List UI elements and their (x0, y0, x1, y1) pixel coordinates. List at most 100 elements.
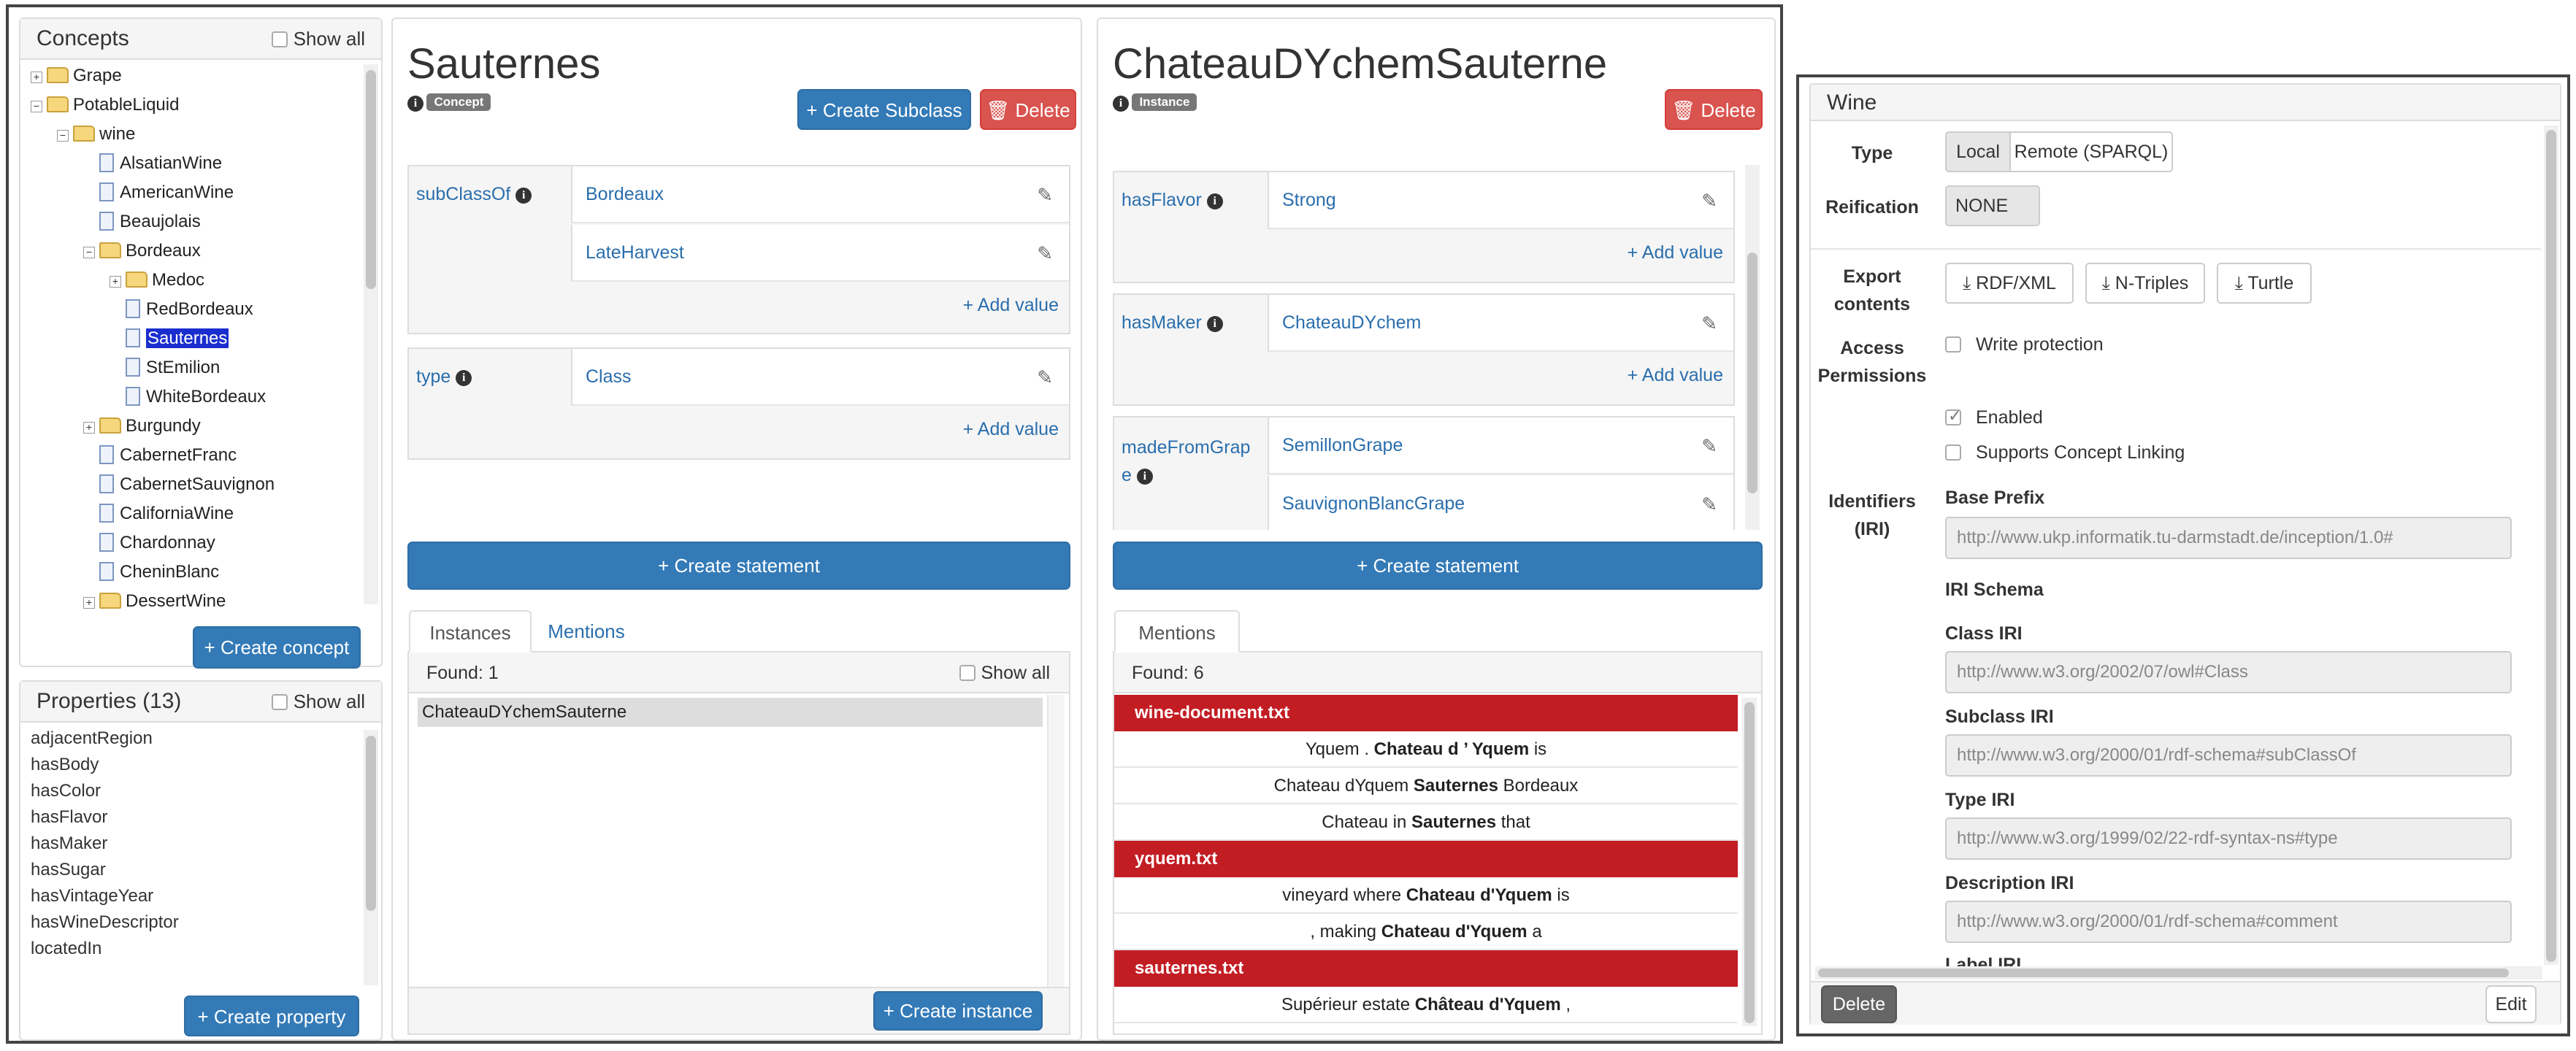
pencil-icon[interactable]: ✎ (1701, 312, 1717, 335)
create-instance-button[interactable]: + Create instance (873, 991, 1043, 1031)
instances-show-all[interactable]: Show all (959, 663, 1050, 684)
class-iri-field[interactable]: http://www.w3.org/2002/07/owl#Class (1945, 651, 2512, 693)
tree-node[interactable]: Sauternes (110, 326, 229, 352)
kb-horizontal-scrollbar[interactable] (1815, 966, 2542, 979)
collapse-icon[interactable]: − (83, 247, 95, 258)
create-concept-button[interactable]: + Create concept (193, 626, 361, 669)
kb-vertical-scrollbar[interactable] (2544, 126, 2558, 965)
info-icon[interactable]: i (1113, 96, 1129, 112)
property-name[interactable]: hasFlavor i (1122, 190, 1223, 211)
value-link[interactable]: ChateauDYchem (1282, 295, 1421, 350)
value-link[interactable]: SemillonGrape (1282, 417, 1403, 473)
tree-node[interactable]: RedBordeaux (110, 296, 253, 323)
tab-mentions[interactable]: Mentions (539, 610, 634, 652)
tree-node[interactable]: WhiteBordeaux (110, 384, 266, 410)
tree-node-label[interactable]: RedBordeaux (146, 299, 253, 319)
instance-row[interactable]: ChateauDYchemSauterne (418, 698, 1043, 727)
info-icon[interactable]: i (407, 96, 423, 112)
write-protection-checkbox[interactable] (1945, 336, 1961, 353)
tree-node-label[interactable]: Beaujolais (120, 212, 201, 231)
reification-value[interactable]: NONE (1945, 185, 2040, 226)
add-value-link[interactable]: + Add value (1628, 365, 1723, 386)
collapse-icon[interactable]: − (31, 101, 42, 112)
instance-label[interactable]: ChateauDYchemSauterne (422, 702, 626, 722)
tree-node-label[interactable]: Burgundy (126, 416, 201, 436)
property-list-scrollbar[interactable] (364, 730, 378, 985)
property-name[interactable]: type i (416, 366, 472, 388)
tree-node-label[interactable]: wine (99, 124, 135, 144)
mention-row[interactable]: Supérieur estate Château d'Yquem , (1114, 987, 1738, 1023)
tree-node[interactable]: + Burgundy (83, 413, 201, 439)
concept-tree-scrollbar[interactable] (364, 64, 378, 604)
tree-node-label[interactable]: DessertWine (126, 591, 226, 609)
tree-node-label[interactable]: CabernetFranc (120, 445, 237, 465)
property-label[interactable]: subClassOf (416, 184, 510, 204)
pencil-icon[interactable]: ✎ (1701, 190, 1717, 212)
mention-row[interactable]: , making Chateau d'Yquem a (1114, 914, 1738, 950)
value-link[interactable]: Strong (1282, 172, 1336, 228)
base-prefix-field[interactable]: http://www.ukp.informatik.tu-darmstadt.d… (1945, 517, 2512, 559)
tree-node[interactable]: CaliforniaWine (83, 501, 234, 527)
tree-node[interactable]: CabernetFranc (83, 442, 237, 469)
mentions-scrollbar[interactable] (1742, 698, 1757, 1026)
property-name[interactable]: hasMaker i (1122, 312, 1223, 334)
value-link[interactable]: LateHarvest (586, 225, 684, 280)
show-all-checkbox[interactable] (959, 665, 975, 681)
property-item[interactable]: locatedIn (31, 936, 101, 962)
scrollbar-thumb[interactable] (1747, 253, 1757, 493)
tree-node[interactable]: Chardonnay (83, 530, 215, 556)
tree-node-label[interactable]: WhiteBordeaux (146, 387, 266, 407)
tree-node[interactable]: Beaujolais (83, 209, 201, 235)
properties-show-all[interactable]: Show all (271, 682, 365, 721)
mention-row[interactable]: Chateau in Sauternes that (1114, 804, 1738, 841)
property-label[interactable]: hasMaker (1122, 312, 1202, 333)
concepts-show-all[interactable]: Show all (271, 19, 365, 58)
export-rdfxml-button[interactable]: ⤓ RDF/XML (1945, 263, 2074, 304)
tree-node-label[interactable]: Chardonnay (120, 533, 215, 553)
tree-node-label[interactable]: Grape (73, 66, 122, 85)
property-name[interactable]: madeFromGrap e i (1122, 434, 1250, 489)
property-name[interactable]: subClassOf i (416, 184, 532, 205)
show-all-checkbox[interactable] (271, 31, 288, 47)
tree-node[interactable]: + DessertWine (83, 588, 226, 609)
tree-node[interactable]: − wine (57, 121, 135, 147)
mention-document-header[interactable]: sauternes.txt (1114, 950, 1738, 987)
value-link[interactable]: SauvignonBlancGrape (1282, 476, 1465, 530)
enabled-checkbox[interactable] (1945, 407, 1961, 426)
statements-scrollbar[interactable] (1745, 165, 1760, 530)
property-label[interactable]: hasFlavor (1122, 190, 1202, 210)
scrollbar-thumb[interactable] (1818, 969, 2509, 977)
expand-icon[interactable]: + (31, 72, 42, 83)
tree-node-label[interactable]: StEmilion (146, 358, 220, 377)
property-item[interactable]: adjacentRegion (31, 725, 153, 752)
tree-node-label[interactable]: CaliforniaWine (120, 504, 234, 523)
info-icon[interactable]: i (1206, 316, 1223, 332)
export-turtle-button[interactable]: ⤓ Turtle (2217, 263, 2312, 304)
mention-row[interactable]: vineyard where Chateau d'Yquem is (1114, 877, 1738, 914)
export-ntriples-button[interactable]: ⤓ N-Triples (2085, 263, 2205, 304)
tree-node[interactable]: − Bordeaux (83, 238, 201, 264)
write-protection-option[interactable]: Write protection (1945, 334, 2104, 355)
delete-instance-button[interactable]: 🗑 Delete (1665, 89, 1763, 130)
property-label[interactable]: madeFromGrap (1122, 437, 1250, 458)
enabled-option[interactable]: Enabled (1945, 407, 2043, 428)
pencil-icon[interactable]: ✎ (1037, 184, 1053, 207)
tree-node[interactable]: + Medoc (110, 267, 204, 293)
value-link[interactable]: Bordeaux (586, 166, 664, 222)
concept-linking-option[interactable]: Supports Concept Linking (1945, 442, 2185, 463)
scrollbar-thumb[interactable] (366, 70, 376, 289)
tree-node-label[interactable]: Medoc (152, 270, 204, 290)
property-item[interactable]: hasSugar (31, 857, 106, 883)
tree-node[interactable]: AlsatianWine (83, 150, 222, 177)
create-subclass-button[interactable]: + Create Subclass (797, 89, 971, 130)
mention-document-header[interactable]: yquem.txt (1114, 841, 1738, 877)
type-remote-option[interactable]: Remote (SPARQL) (2009, 131, 2173, 172)
info-icon[interactable]: i (1206, 193, 1223, 209)
tree-node[interactable]: StEmilion (110, 355, 220, 381)
pencil-icon[interactable]: ✎ (1701, 493, 1717, 516)
tree-node-label[interactable]: Bordeaux (126, 241, 201, 261)
mention-row[interactable]: Yquem . Chateau d ’ Yquem is (1114, 731, 1738, 768)
description-iri-field[interactable]: http://www.w3.org/2000/01/rdf-schema#com… (1945, 901, 2512, 943)
delete-concept-button[interactable]: 🗑 Delete (980, 89, 1076, 130)
tree-node[interactable]: − PotableLiquid (31, 92, 179, 118)
